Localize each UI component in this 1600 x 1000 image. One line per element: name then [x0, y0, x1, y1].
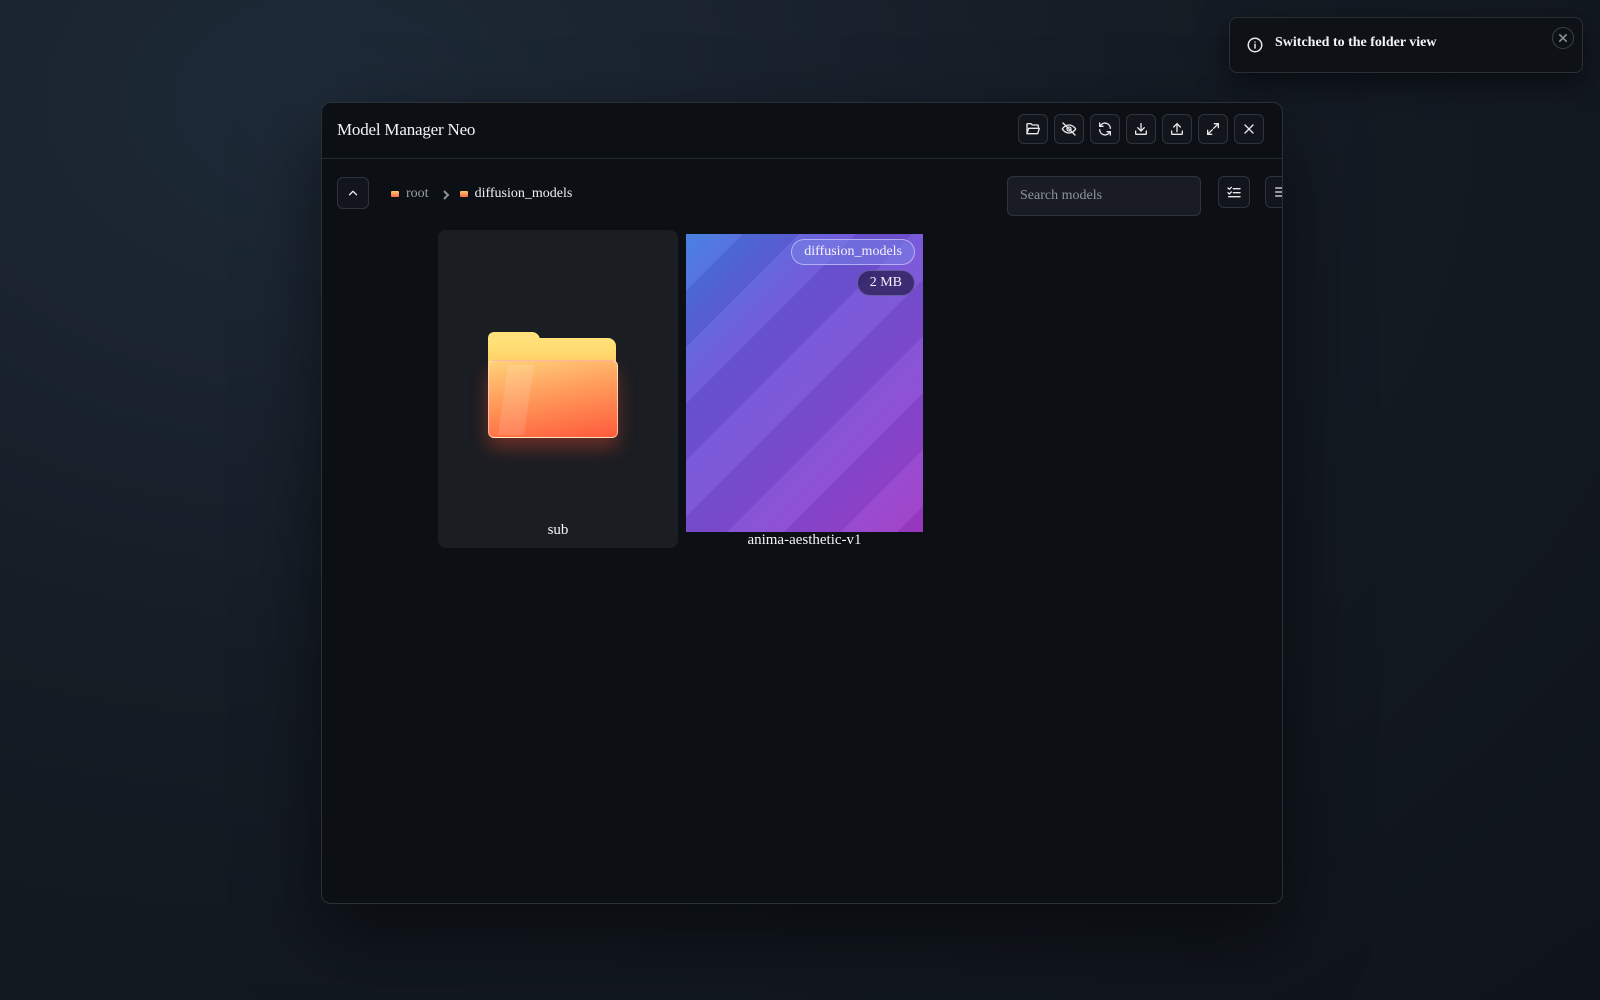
folder-icon	[391, 191, 399, 197]
model-manager-dialog: Model Manager Neo root diffusion_models …	[321, 102, 1283, 904]
breadcrumb-item-current[interactable]: diffusion_models	[459, 186, 572, 202]
folder-badge: diffusion_models	[791, 239, 915, 265]
model-card-thumbnail[interactable]: diffusion_models 2 MB	[686, 234, 923, 532]
folder-open-icon	[1026, 123, 1040, 135]
upload-icon	[1171, 123, 1183, 135]
dialog-header: Model Manager Neo	[322, 103, 1282, 159]
open-folder-button[interactable]	[1018, 114, 1048, 144]
download-icon	[1135, 123, 1147, 135]
info-icon	[1246, 36, 1264, 54]
navigation-toolbar: root diffusion_models	[322, 159, 1282, 229]
list-view-button[interactable]	[1265, 176, 1282, 208]
folder-label: sub	[547, 522, 569, 538]
folder-card[interactable]: sub	[438, 230, 678, 548]
chevron-right-icon	[441, 189, 451, 200]
eye-off-icon	[1061, 122, 1077, 136]
refresh-icon	[1099, 122, 1111, 136]
toast-message: Switched to the folder view	[1275, 35, 1437, 50]
maximize-button[interactable]	[1198, 114, 1228, 144]
download-button[interactable]	[1126, 114, 1156, 144]
close-icon	[1559, 34, 1567, 42]
list-view-icon	[1275, 187, 1282, 197]
parent-folder-button[interactable]	[337, 177, 369, 209]
select-mode-button[interactable]	[1218, 176, 1250, 208]
folder-icon	[488, 332, 618, 438]
breadcrumb-item-root[interactable]: root	[391, 186, 429, 202]
close-button[interactable]	[1234, 114, 1264, 144]
size-badge: 2 MB	[856, 270, 915, 296]
upload-button[interactable]	[1162, 114, 1192, 144]
refresh-button[interactable]	[1090, 114, 1120, 144]
chevron-up-icon	[348, 190, 358, 196]
list-check-icon	[1227, 186, 1241, 198]
toast-notification: Switched to the folder view	[1229, 17, 1583, 73]
search-input[interactable]	[1007, 176, 1201, 216]
close-icon	[1244, 124, 1254, 134]
hide-button[interactable]	[1054, 114, 1084, 144]
breadcrumb: root diffusion_models	[391, 186, 572, 202]
toast-close-button[interactable]	[1552, 27, 1574, 49]
maximize-icon	[1207, 123, 1219, 135]
dialog-title: Model Manager Neo	[337, 120, 476, 139]
model-label: anima-aesthetic-v1	[747, 532, 862, 548]
folder-icon	[459, 191, 468, 197]
